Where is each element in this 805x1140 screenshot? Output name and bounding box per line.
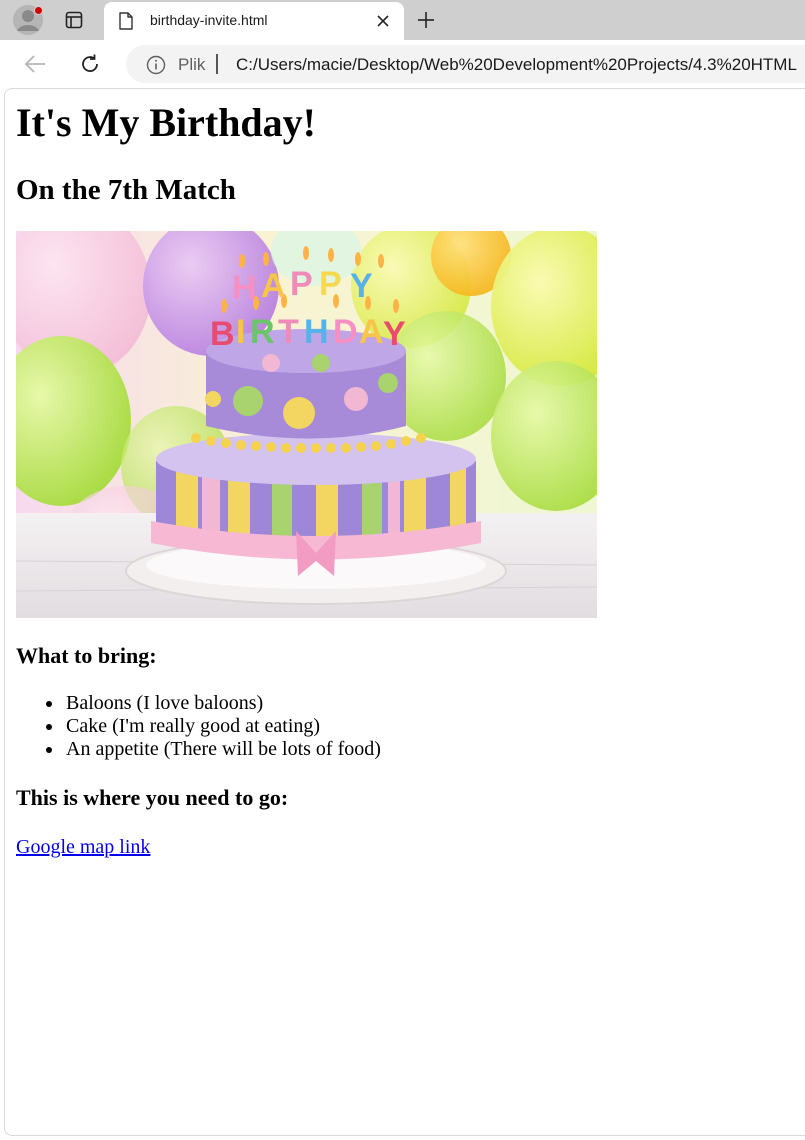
tab-title: birthday-invite.html [150,12,268,28]
svg-text:A: A [261,267,286,305]
svg-text:H: H [304,313,329,351]
svg-text:I: I [236,313,245,351]
site-info-label[interactable]: Plik [178,55,205,75]
active-tab[interactable]: birthday-invite.html [104,2,404,40]
svg-text:R: R [250,313,275,351]
back-button[interactable] [20,50,50,78]
directions-heading: This is where you need to go: [16,785,289,810]
page-title: It's My Birthday! [16,100,316,145]
tab-actions-icon [65,11,83,29]
svg-text:Y: Y [383,315,406,353]
tab-strip: birthday-invite.html [0,0,805,40]
plus-icon [418,12,434,28]
svg-text:D: D [333,313,358,351]
notification-dot [34,6,43,15]
birthday-cake-image: H A P P Y B I R T H D A Y [16,231,597,618]
url-text[interactable]: C:/Users/macie/Desktop/Web%20Development… [236,55,797,75]
page-subtitle: On the 7th Match [16,174,236,206]
close-icon [377,15,389,27]
svg-text:P: P [319,265,342,303]
google-map-link[interactable]: Google map link [16,835,150,859]
svg-text:T: T [278,313,299,351]
address-bar[interactable]: Plik C:/Users/macie/Desktop/Web%20Develo… [126,45,805,83]
reload-icon [82,54,98,72]
bring-heading: What to bring: [16,643,157,668]
svg-text:P: P [290,265,313,303]
list-item: An appetite (There will be lots of food) [16,738,381,761]
svg-text:B: B [210,315,235,353]
svg-text:A: A [359,313,384,351]
tab-close-button[interactable] [372,10,394,32]
list-item: Baloons (I love baloons) [16,692,381,715]
address-separator [216,54,218,74]
reload-button[interactable] [75,50,105,78]
tab-actions-button[interactable] [56,6,92,34]
list-item: Cake (I'm really good at eating) [16,715,381,738]
page-viewport: It's My Birthday! On the 7th Match H A P… [4,88,805,1136]
profile-button[interactable] [12,4,44,36]
navigation-toolbar: Plik C:/Users/macie/Desktop/Web%20Develo… [0,40,805,88]
info-icon[interactable] [146,55,166,75]
new-tab-button[interactable] [412,6,440,34]
svg-text:H: H [232,269,257,307]
back-arrow-icon [24,55,45,73]
svg-text:Y: Y [350,267,373,305]
bring-list: Baloons (I love baloons) Cake (I'm reall… [16,692,381,761]
document-icon [119,12,133,30]
